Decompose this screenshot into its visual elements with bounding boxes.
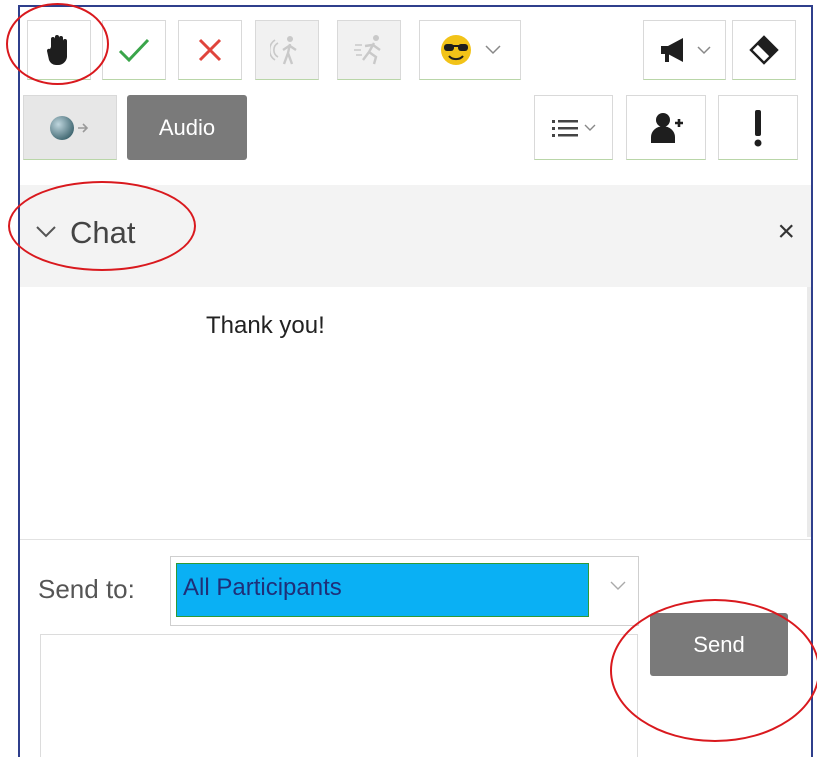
chat-title[interactable]: Chat bbox=[70, 215, 135, 251]
checkmark-icon bbox=[118, 38, 150, 63]
chat-header[interactable]: Chat × bbox=[20, 185, 811, 287]
list-menu-button[interactable] bbox=[534, 95, 613, 160]
add-user-icon bbox=[651, 112, 683, 143]
add-participant-button[interactable] bbox=[626, 95, 706, 160]
chevron-down-icon bbox=[584, 124, 595, 131]
chat-panel: Audio Chat × Thank you! Send to: All Par… bbox=[18, 5, 813, 757]
walk-icon bbox=[270, 36, 297, 65]
yes-button[interactable] bbox=[102, 20, 166, 80]
divider bbox=[20, 539, 811, 540]
hand-icon bbox=[46, 35, 68, 66]
sunglasses-emoji-icon bbox=[441, 35, 471, 65]
run-icon bbox=[354, 35, 381, 65]
announce-button[interactable] bbox=[643, 20, 726, 80]
eraser-icon bbox=[749, 35, 779, 65]
send-to-select[interactable]: All Participants bbox=[170, 556, 639, 626]
clear-status-button[interactable] bbox=[732, 20, 796, 80]
send-button[interactable]: Send bbox=[650, 613, 788, 676]
cross-icon bbox=[198, 38, 222, 62]
megaphone-icon bbox=[660, 38, 683, 62]
chevron-down-icon bbox=[696, 45, 711, 54]
emoticon-button[interactable] bbox=[419, 20, 521, 80]
chevron-down-icon bbox=[485, 45, 501, 55]
send-to-selected-value: All Participants bbox=[176, 563, 589, 617]
chat-message-input[interactable] bbox=[40, 634, 638, 757]
raise-hand-button[interactable] bbox=[27, 20, 91, 80]
close-icon[interactable]: × bbox=[777, 215, 795, 249]
go-faster-button[interactable] bbox=[337, 20, 401, 80]
exclamation-icon bbox=[754, 109, 762, 146]
go-slower-button[interactable] bbox=[255, 20, 319, 80]
chevron-down-icon[interactable] bbox=[36, 226, 56, 238]
chat-message: Thank you! bbox=[206, 312, 325, 339]
send-to-label: Send to: bbox=[38, 574, 135, 604]
alert-button[interactable] bbox=[718, 95, 798, 160]
chat-scrollbar[interactable] bbox=[807, 287, 811, 537]
audio-connect-icon bbox=[50, 115, 89, 140]
list-icon bbox=[551, 119, 578, 137]
audio-connect-button[interactable] bbox=[23, 95, 117, 160]
chevron-down-icon bbox=[610, 581, 626, 590]
audio-button[interactable]: Audio bbox=[127, 95, 247, 160]
no-button[interactable] bbox=[178, 20, 242, 80]
